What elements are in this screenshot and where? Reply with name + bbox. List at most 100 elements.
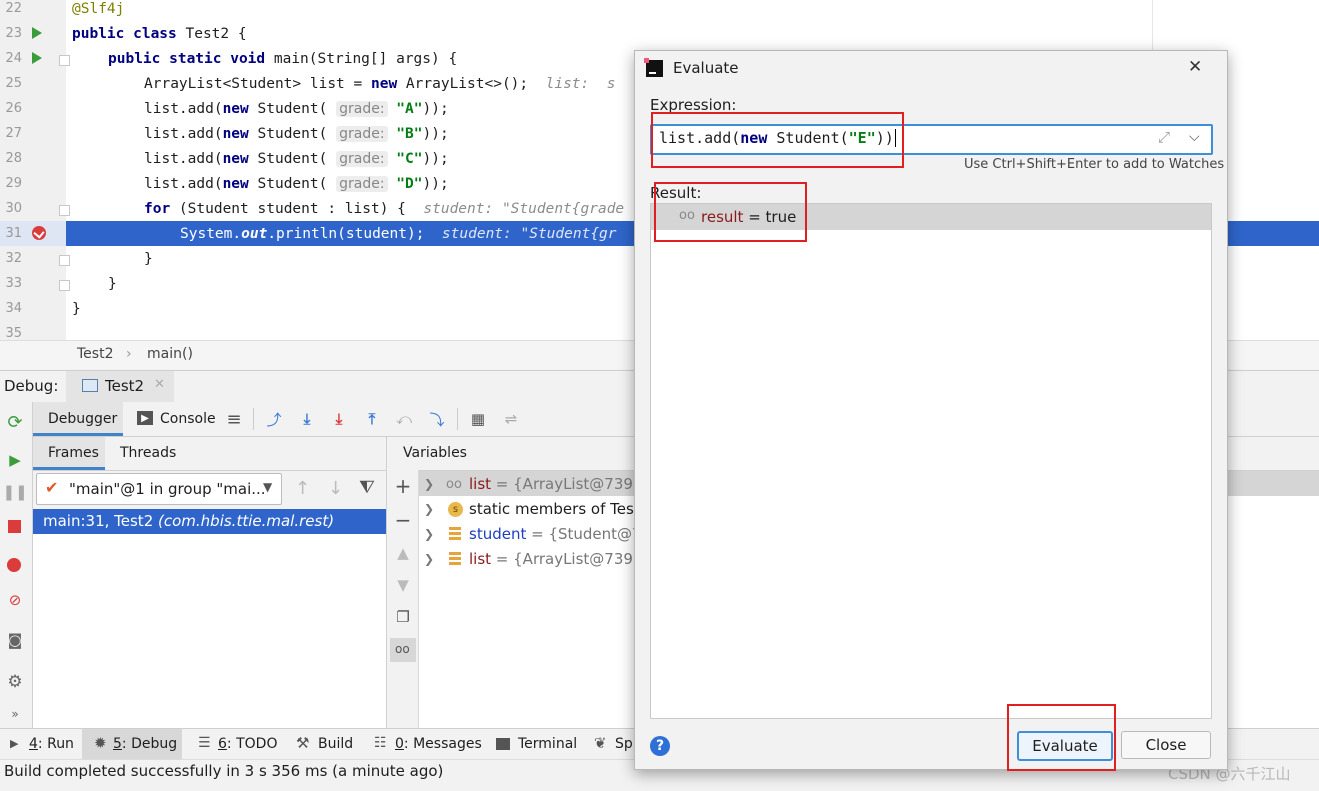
line-number: 30 [5, 201, 22, 216]
fold-icon[interactable] [59, 55, 70, 66]
move-up-icon[interactable]: ▲ [392, 543, 414, 563]
frames-filter-bar: ✔ "main"@1 in group "mai... ▼ ↑ ↓ ⧨ [33, 471, 386, 509]
tool-tab-build[interactable]: ⚒ Build [288, 729, 358, 760]
line-number: 32 [5, 251, 22, 266]
force-step-into-icon[interactable]: ⤓ [328, 409, 350, 429]
variable-row[interactable]: list = {ArrayList@739} [469, 550, 642, 568]
line-number: 28 [5, 151, 22, 166]
expand-icon[interactable]: ❯ [424, 527, 434, 541]
chevron-down-icon[interactable]: ⌵ [1189, 129, 1200, 145]
tool-tab-run[interactable]: ▶ 4: Run [0, 729, 80, 760]
run-icon: ▶ [10, 737, 19, 750]
tool-tab-spring[interactable]: ❦ Spr [590, 729, 639, 760]
watch-icon: oo [446, 477, 462, 492]
filter-icon[interactable]: ⧨ [359, 477, 375, 498]
close-icon[interactable]: ✕ [1188, 57, 1202, 77]
frame-package: (com.hbis.ttie.mal.rest) [158, 512, 335, 530]
code-line: list.add(new Student( grade: "B")); [144, 126, 449, 142]
step-over-icon[interactable]: ⤓ [296, 409, 318, 429]
inline-debug-value: list: s [545, 76, 616, 92]
stop-icon[interactable] [8, 520, 21, 533]
variable-row[interactable]: static members of Test [469, 500, 640, 518]
line-number: 27 [5, 126, 22, 141]
resume-icon[interactable]: ▶ [5, 450, 25, 470]
debug-session-tab[interactable]: Test2 ✕ [66, 371, 174, 405]
session-icon [82, 379, 98, 392]
code-line: list.add(new Student( grade: "D")); [144, 176, 449, 192]
drop-frame-icon[interactable]: ⤺ [393, 409, 415, 429]
show-execution-point-icon[interactable]: ⤴ [263, 409, 285, 429]
menu-icon[interactable]: ≡ [223, 409, 245, 430]
code-line: } [72, 301, 81, 317]
tab-debugger[interactable]: Debugger [33, 402, 123, 436]
console-icon: ▶ [137, 411, 153, 425]
parameter-hint: grade: [336, 101, 388, 117]
arrow-down-icon[interactable]: ↓ [328, 478, 343, 499]
code-line: @Slf4j [72, 1, 125, 17]
more-icon[interactable]: » [5, 706, 25, 722]
run-gutter-icon[interactable] [32, 52, 42, 64]
watches-hint: Use Ctrl+Shift+Enter to add to Watches [964, 157, 1225, 172]
code-line: } [144, 251, 153, 267]
evaluate-expression-icon[interactable]: ▦ [467, 409, 489, 429]
chevron-right-icon: › [126, 346, 132, 362]
copy-icon[interactable]: ❐ [392, 607, 414, 627]
run-to-cursor-icon[interactable]: ⤵ [426, 409, 448, 429]
toolbar-divider [253, 408, 254, 430]
show-watches-toggle[interactable]: oo [390, 638, 416, 662]
breadcrumb-class[interactable]: Test2 [77, 346, 113, 362]
view-breakpoints-icon[interactable] [7, 558, 21, 572]
fold-icon[interactable] [59, 280, 70, 291]
intellij-logo-icon [644, 58, 663, 77]
hammer-icon: ⚒ [296, 734, 310, 752]
close-button[interactable]: Close [1121, 731, 1211, 759]
annotation-box [654, 182, 807, 242]
thread-select[interactable]: ✔ "main"@1 in group "mai... ▼ [36, 473, 282, 505]
step-out-icon[interactable]: ⤒ [361, 409, 383, 429]
debug-label: Debug: [4, 377, 59, 395]
debug-sidebar: ⟳ ▶ ❚❚ ⊘ ◙ ⚙ » [0, 402, 33, 728]
close-icon[interactable]: ✕ [154, 377, 165, 392]
tool-tab-terminal[interactable]: Terminal [490, 729, 585, 760]
session-tab-label: Test2 [105, 377, 145, 395]
tool-tab-todo[interactable]: ☰ 6: TODO [188, 729, 278, 760]
arrow-up-icon[interactable]: ↑ [295, 478, 310, 499]
remove-watch-icon[interactable]: − [392, 508, 414, 532]
expand-icon[interactable]: ❯ [424, 552, 434, 566]
list-icon: ☰ [198, 735, 211, 751]
breadcrumb-method[interactable]: main() [147, 346, 193, 362]
variables-title: Variables [403, 445, 467, 461]
breakpoint-icon[interactable] [32, 226, 46, 240]
camera-icon[interactable]: ◙ [5, 630, 25, 650]
mute-breakpoints-icon[interactable]: ⊘ [5, 590, 25, 610]
trace-icon[interactable]: ⇌ [500, 409, 522, 429]
rerun-icon[interactable]: ⟳ [5, 412, 25, 433]
tab-threads[interactable]: Threads [120, 445, 176, 461]
gear-icon[interactable]: ⚙ [5, 672, 25, 692]
annotation-box [651, 112, 904, 168]
toolbar-divider [457, 408, 458, 430]
variable-row[interactable]: list = {ArrayList@739} [469, 475, 642, 493]
help-icon[interactable]: ? [650, 736, 670, 756]
variables-toolbar: + − ▲ ▼ ❐ oo [388, 470, 419, 728]
add-watch-icon[interactable]: + [392, 474, 414, 498]
expand-icon[interactable]: ❯ [424, 502, 434, 516]
pause-icon[interactable]: ❚❚ [2, 482, 27, 502]
tab-frames[interactable]: Frames [33, 437, 105, 470]
tool-tab-debug[interactable]: ✹ 5: Debug [82, 729, 182, 760]
parameter-hint: grade: [336, 176, 388, 192]
inline-debug-value: student: "Student{grade [423, 201, 625, 217]
fold-icon[interactable] [59, 205, 70, 216]
expand-editor-icon[interactable]: ⤢ [1158, 128, 1170, 146]
move-down-icon[interactable]: ▼ [392, 575, 414, 595]
expand-icon[interactable]: ❯ [424, 477, 434, 491]
static-icon: s [448, 502, 463, 517]
variable-row[interactable]: student = {Student@74 [469, 525, 651, 543]
tab-console[interactable]: Console [160, 411, 216, 427]
frame-row-selected[interactable]: main:31, Test2 (com.hbis.ttie.mal.rest) [33, 509, 386, 534]
glasses-icon: oo [395, 642, 410, 656]
run-gutter-icon[interactable] [32, 27, 42, 39]
result-tree: oo result = true [650, 203, 1212, 719]
tool-tab-messages[interactable]: ☷ 0: Messages [366, 729, 484, 760]
fold-icon[interactable] [59, 255, 70, 266]
